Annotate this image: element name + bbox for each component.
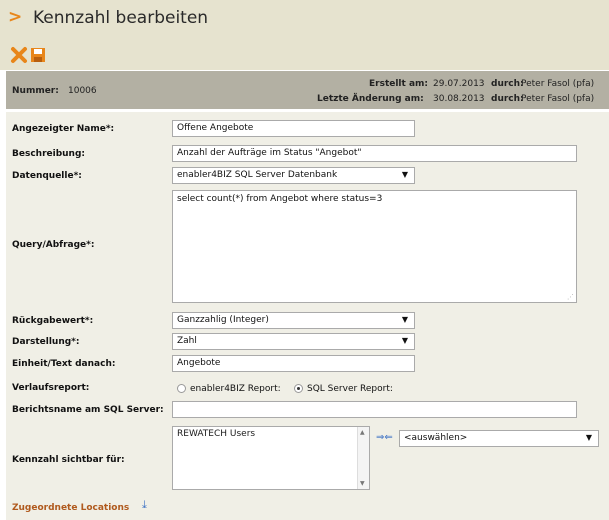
chevron-down-icon: ▼ <box>585 433 592 442</box>
query-textarea[interactable]: select count(*) from Angebot where statu… <box>172 190 577 303</box>
move-icons: ⇒⇐ <box>376 432 393 443</box>
visible-for-select[interactable]: <auswählen> ▼ <box>399 430 599 447</box>
return-label: Rückgabewert*: <box>12 316 94 326</box>
visible-for-select-value: <auswählen> <box>404 433 468 443</box>
report-name-label: Berichtsname am SQL Server: <box>12 405 164 415</box>
display-name-input[interactable]: Offene Angebote <box>172 120 415 137</box>
changed-label: Letzte Änderung am: <box>317 94 424 104</box>
changed-date: 30.08.2013 <box>433 94 485 104</box>
scroll-up-icon[interactable]: ▲ <box>360 429 365 436</box>
display-value: Zahl <box>177 336 197 346</box>
number-value: 10006 <box>68 86 97 96</box>
changed-by-label: durch: <box>491 94 524 104</box>
toolbar <box>0 40 609 70</box>
history-label: Verlaufsreport: <box>12 383 90 393</box>
page-title: Kennzahl bearbeiten <box>33 8 209 28</box>
report-name-input[interactable] <box>172 401 577 418</box>
display-select[interactable]: Zahl ▼ <box>172 333 415 350</box>
return-select[interactable]: Ganzzahlig (Integer) ▼ <box>172 312 415 329</box>
datasource-select[interactable]: enabler4BIZ SQL Server Datenbank ▼ <box>172 167 415 184</box>
chevron-down-icon: ▼ <box>401 336 408 345</box>
number-label: Nummer: <box>12 86 59 96</box>
datasource-value: enabler4BIZ SQL Server Datenbank <box>177 170 338 180</box>
description-input[interactable]: Anzahl der Aufträge im Status "Angebot" <box>172 145 577 162</box>
radio-sql-report-label: SQL Server Report: <box>307 384 393 394</box>
unit-input[interactable]: Angebote <box>172 355 415 372</box>
display-name-label: Angezeigter Name*: <box>12 124 115 134</box>
radio-sql-report[interactable] <box>294 384 303 393</box>
move-left-icon[interactable]: ⇐ <box>384 432 392 443</box>
datasource-label: Datenquelle*: <box>12 171 82 181</box>
chevron-down-icon: ▼ <box>401 315 408 324</box>
created-label: Erstellt am: <box>369 79 429 89</box>
visible-for-listbox[interactable]: REWATECH Users ▲ ▼ <box>172 426 370 490</box>
return-value: Ganzzahlig (Integer) <box>177 315 269 325</box>
chevron-right-icon: > <box>8 7 23 27</box>
created-by: Peter Fasol (pfa) <box>521 79 595 89</box>
radio-enabler-report-label: enabler4BIZ Report: <box>190 384 281 394</box>
expand-download-icon[interactable]: ⤓ <box>142 498 147 512</box>
radio-enabler-report[interactable] <box>177 384 186 393</box>
scroll-down-icon[interactable]: ▼ <box>360 480 365 487</box>
title-bar: > Kennzahl bearbeiten <box>0 0 609 40</box>
scrollbar[interactable]: ▲ ▼ <box>357 427 369 489</box>
created-date: 29.07.2013 <box>433 79 485 89</box>
query-value: select count(*) from Angebot where statu… <box>177 194 383 204</box>
chevron-down-icon: ▼ <box>401 170 408 179</box>
created-by-label: durch: <box>491 79 524 89</box>
query-label: Query/Abfrage*: <box>12 240 95 250</box>
resize-grip-icon[interactable]: ⋰ <box>567 293 574 301</box>
visible-for-label: Kennzahl sichtbar für: <box>12 455 125 465</box>
changed-by: Peter Fasol (pfa) <box>521 94 595 104</box>
description-label: Beschreibung: <box>12 149 85 159</box>
display-label: Darstellung*: <box>12 337 80 347</box>
unit-label: Einheit/Text danach: <box>12 359 116 369</box>
list-item[interactable]: REWATECH Users <box>177 429 365 439</box>
cancel-x-icon[interactable] <box>10 46 28 64</box>
record-info-bar: Nummer: 10006 Erstellt am: 29.07.2013 du… <box>6 71 609 109</box>
save-disk-icon[interactable] <box>29 46 47 64</box>
assigned-locations-link[interactable]: Zugeordnete Locations <box>12 503 129 513</box>
